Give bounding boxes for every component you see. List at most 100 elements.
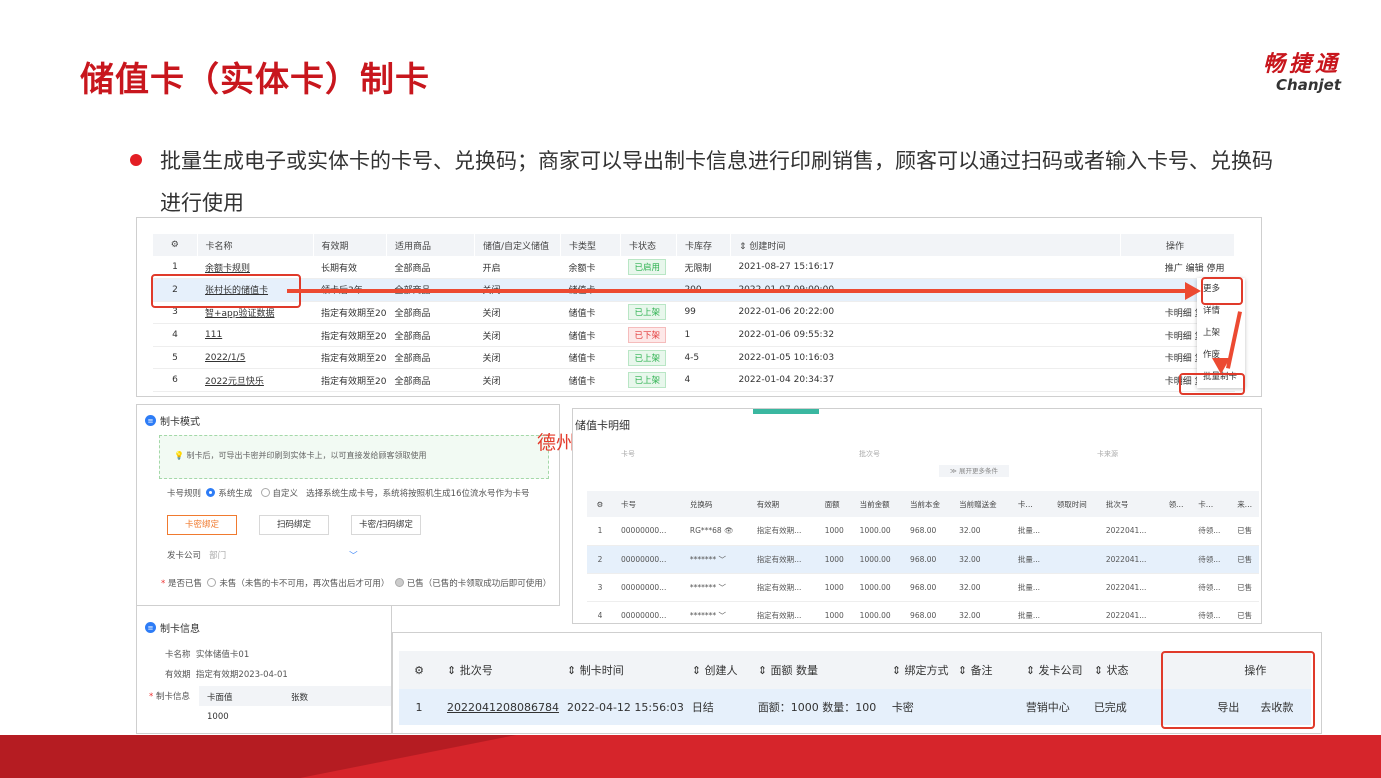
cell-c3: 已售: [1229, 517, 1259, 546]
batch-link[interactable]: 2022041208086784: [447, 701, 559, 714]
bind-both-button[interactable]: 卡密/扫码绑定: [351, 515, 421, 535]
cell-amount: 面额：1000 数量：100: [749, 689, 884, 725]
cell-kind: 批量...: [1009, 545, 1049, 574]
table-row[interactable]: 1 余额卡规则 长期有效 全部商品 开启 余额卡 已启用 无限制 2021-08…: [153, 256, 1235, 280]
cell-created: 2022-01-04 20:34:37: [730, 368, 1121, 393]
cell-batch[interactable]: 2022041208086784: [439, 689, 559, 725]
make-info-label-row: * 制卡信息: [149, 690, 190, 702]
eye-closed-icon[interactable]: ﹀: [719, 555, 727, 564]
filter-batch-no[interactable]: 批次号: [859, 449, 880, 459]
col-header: 领…: [1160, 491, 1191, 517]
chevron-down-icon[interactable]: ﹀: [349, 551, 358, 561]
col-header-amount[interactable]: ⇕ 面额 数量: [749, 651, 884, 689]
cell-validity: 指定有效期...: [748, 545, 817, 574]
col-header-created[interactable]: ⇕ 创建时间: [730, 234, 1121, 256]
company-select[interactable]: 部门: [209, 549, 349, 561]
table-row[interactable]: 1 00000000... RG***68 👁 指定有效期... 1000 10…: [587, 517, 1259, 546]
cell-c3: 已售: [1229, 601, 1259, 623]
card-detail-header: ⚙ 卡号 兑换码 有效期 面额 当前金额 当前本金 当前赠送金 卡… 领取时间 …: [587, 491, 1259, 517]
table-row[interactable]: 3 00000000... ******* ﹀ 指定有效期... 1000 10…: [587, 573, 1259, 602]
radio-custom[interactable]: [260, 488, 270, 497]
settings-icon[interactable]: ⚙: [587, 491, 613, 517]
col-header-bind[interactable]: ⇕ 绑定方式: [883, 651, 950, 689]
cell-face: 1000: [816, 573, 852, 602]
table-row[interactable]: 6 2022元旦快乐 指定有效期至20 全部商品 关闭 储值卡 已上架 4 20…: [153, 368, 1235, 393]
collect-label: 是否已售: [167, 579, 202, 589]
row-index: 2: [587, 545, 613, 574]
make-info-panel: ≡ 制卡信息 卡名称 实体储值卡01 有效期 指定有效期2023-04-01 *…: [136, 606, 392, 734]
bind-secret-button[interactable]: 卡密绑定: [167, 515, 237, 535]
cell-type: 储值卡: [560, 301, 621, 325]
card-name[interactable]: 余额卡规则: [205, 264, 250, 274]
cell-goods: 全部商品: [386, 346, 475, 370]
cell-validity: 指定有效期至20: [313, 301, 387, 325]
eye-closed-icon[interactable]: ﹀: [719, 583, 727, 592]
radio-unsold-label: 未售（未售的卡不可用，再次售出后才可用）: [219, 579, 390, 589]
cell-code: ******* ﹀: [681, 545, 749, 574]
card-name-link[interactable]: 111: [197, 323, 313, 347]
card-name[interactable]: 111: [205, 330, 222, 340]
table-row[interactable]: 3 智+app验证数据 指定有效期至20 全部商品 关闭 储值卡 已上架 99 …: [153, 301, 1235, 325]
col-header: 当前金额: [851, 491, 903, 517]
col-header-company[interactable]: ⇕ 发卡公司: [1017, 651, 1086, 689]
cell-c3: 已售: [1229, 573, 1259, 602]
radio-sold[interactable]: [394, 578, 404, 587]
col-header: 有效期: [313, 234, 387, 256]
card-name-link[interactable]: 2022/1/5: [197, 346, 313, 370]
cell-goods: 全部商品: [386, 256, 475, 280]
table-row[interactable]: 4 111 指定有效期至20 全部商品 关闭 储值卡 已下架 1 2022-01…: [153, 323, 1235, 347]
col-header: 卡…: [1009, 491, 1049, 517]
col-header: 卡…: [1190, 491, 1230, 517]
radio-system[interactable]: [206, 488, 216, 497]
tab-indicator: [753, 409, 819, 414]
make-mode-tip: 💡 制卡后，可导出卡密并印刷到实体卡上，以可直接发给顾客领取使用: [159, 435, 549, 479]
card-name-link[interactable]: 2022元旦快乐: [197, 368, 313, 393]
col-header-time[interactable]: ⇕ 制卡时间: [558, 651, 684, 689]
cell-batch: 2022041...: [1097, 545, 1161, 574]
cell-principal: 968.00: [902, 573, 952, 602]
col-header-creator[interactable]: ⇕ 创建人: [683, 651, 750, 689]
bind-scan-button[interactable]: 扫码绑定: [259, 515, 329, 535]
company-row: 发卡公司 部门 ﹀: [167, 549, 358, 561]
radio-unsold[interactable]: [207, 578, 217, 587]
filter-card-no[interactable]: 卡号: [621, 449, 635, 459]
cell-creator: 日结: [683, 689, 750, 725]
settings-icon[interactable]: ⚙: [153, 234, 198, 256]
card-name[interactable]: 智+app验证数据: [205, 309, 274, 319]
bullet-dot: [130, 154, 142, 166]
col-face-value: 卡面值: [207, 693, 233, 703]
cell-validity: 指定有效期至20: [313, 346, 387, 370]
col-header: 操作: [1120, 234, 1236, 256]
col-header: 卡状态: [620, 234, 677, 256]
cell-batch: 2022041...: [1097, 601, 1161, 623]
col-header-note[interactable]: ⇕ 备注: [949, 651, 1018, 689]
settings-icon[interactable]: ⚙: [399, 651, 439, 689]
cell-type: 储值卡: [560, 368, 621, 393]
table-row[interactable]: 4 00000000... ******* ﹀ 指定有效期... 1000 10…: [587, 601, 1259, 623]
eye-closed-icon[interactable]: ﹀: [719, 611, 727, 620]
cell-note: [949, 689, 1018, 725]
cell-status: 已上架: [620, 368, 677, 393]
card-name[interactable]: 2022/1/5: [205, 353, 245, 363]
col-header-batch[interactable]: ⇕ 批次号: [439, 651, 559, 689]
make-info-label: 制卡信息: [155, 692, 190, 702]
cell-c2: 待领...: [1190, 601, 1230, 623]
table-row[interactable]: 5 2022/1/5 指定有效期至20 全部商品 关闭 储值卡 已上架 4-5 …: [153, 346, 1235, 370]
card-name-label: 卡名称: [165, 650, 191, 660]
expand-icon: ≫: [950, 467, 957, 475]
filter-card-source[interactable]: 卡来源: [1097, 449, 1118, 459]
row-index: 5: [153, 346, 197, 370]
make-mode-header: ≡ 制卡模式: [145, 413, 200, 428]
card-name[interactable]: 2022元旦快乐: [205, 377, 264, 387]
col-header: 有效期: [748, 491, 817, 517]
required-mark: *: [149, 692, 154, 702]
expand-filters-button[interactable]: ≫ 展开更多条件: [939, 465, 1009, 477]
table-row[interactable]: 2 00000000... ******* ﹀ 指定有效期... 1000 10…: [587, 545, 1259, 574]
eye-icon[interactable]: 👁: [724, 526, 734, 535]
row-index: 1: [587, 517, 613, 546]
row-actions[interactable]: 推广 编辑 停用: [1120, 256, 1235, 280]
face-value-cell[interactable]: 1000: [207, 712, 229, 722]
cell-custom: 关闭: [474, 346, 561, 370]
cell-face: 1000: [816, 517, 852, 546]
cell-validity: 指定有效期至20: [313, 368, 387, 393]
